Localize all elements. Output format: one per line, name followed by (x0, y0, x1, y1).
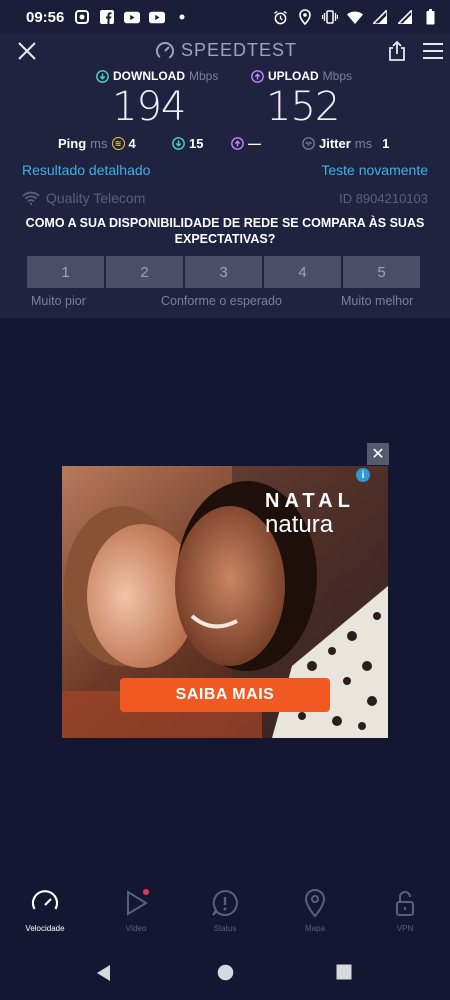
rating-button-1[interactable]: 1 (27, 256, 104, 288)
speed-results: DOWNLOAD Mbps 194 UPLOAD Mbps 152 (0, 68, 450, 130)
ad-close-button[interactable]: ✕ (367, 443, 389, 465)
ad-info-icon[interactable]: i (356, 468, 370, 482)
wifi-icon (347, 9, 363, 25)
nav-speed[interactable]: Velocidade (15, 888, 75, 933)
upload-value: 152 (266, 84, 340, 130)
latency-row: Ping ms ≋ 4 15 — Jitter ms 1 (0, 136, 450, 154)
back-icon[interactable] (95, 964, 113, 987)
status-bar: 09:56 (0, 0, 450, 34)
app-header: SPEEDTEST (0, 34, 450, 68)
jitter-icon (302, 137, 315, 150)
status-time: 09:56 (26, 8, 65, 26)
location-icon (297, 9, 313, 25)
close-icon[interactable] (16, 40, 38, 62)
ping-idle-icon: ≋ (111, 137, 125, 150)
share-icon[interactable] (386, 40, 408, 62)
upload-arrow-icon (251, 69, 264, 83)
scale-mid: Conforme o esperado (161, 294, 282, 308)
ping-idle: Ping ms ≋ 4 (58, 136, 136, 151)
download-value: 194 (112, 84, 186, 130)
signal-icon (397, 9, 413, 25)
result-id: ID 8904210103 (339, 191, 428, 206)
menu-icon[interactable] (422, 42, 444, 60)
survey-question: COMO A SUA DISPONIBILIDADE DE REDE SE CO… (25, 216, 425, 246)
speedometer-icon (156, 41, 174, 60)
alarm-icon (272, 9, 288, 25)
youtube-icon (149, 9, 166, 25)
bottom-nav: Velocidade Vídeo Status Mapa VPN (0, 888, 450, 944)
scale-low: Muito pior (31, 294, 86, 308)
vibrate-icon (322, 9, 338, 25)
scale-high: Muito melhor (341, 294, 414, 308)
isp-info: Quality Telecom (22, 190, 145, 206)
upload-arrow-icon (231, 137, 244, 150)
play-icon (127, 889, 149, 916)
record-icon (74, 9, 90, 25)
battery-icon (422, 9, 438, 25)
app-logo: SPEEDTEST (155, 40, 297, 61)
ad-banner[interactable]: i NATAL natura SAIBA MAIS (62, 466, 388, 738)
speedometer-icon (31, 890, 59, 910)
rating-buttons: 1 2 3 4 5 (27, 256, 420, 288)
nav-status[interactable]: Status (195, 888, 255, 933)
map-pin-icon (304, 888, 326, 918)
youtube-icon (124, 9, 141, 25)
upload-label: UPLOAD Mbps (251, 69, 352, 83)
rating-button-4[interactable]: 4 (264, 256, 341, 288)
nav-map[interactable]: Mapa (285, 888, 345, 933)
rating-button-3[interactable]: 3 (185, 256, 262, 288)
nav-vpn[interactable]: VPN (375, 888, 435, 933)
facebook-icon (99, 9, 115, 25)
signal-icon (372, 9, 388, 25)
rating-button-2[interactable]: 2 (106, 256, 183, 288)
download-label: DOWNLOAD Mbps (96, 69, 218, 83)
rating-button-5[interactable]: 5 (343, 256, 420, 288)
wifi-icon (22, 191, 40, 205)
lock-icon (396, 891, 414, 916)
result-panel: SPEEDTEST DOWNLOAD Mbps 194 UPLOAD Mbps … (0, 34, 450, 318)
ad-cta-button[interactable]: SAIBA MAIS (120, 678, 330, 712)
app-title: SPEEDTEST (181, 40, 298, 60)
test-again-link[interactable]: Teste novamente (321, 162, 428, 178)
isp-name: Quality Telecom (46, 190, 146, 206)
system-nav (0, 948, 450, 1000)
recents-icon[interactable] (336, 964, 352, 985)
ad-brand: NATAL natura (265, 490, 355, 538)
home-icon[interactable] (217, 964, 234, 986)
download-arrow-icon (172, 137, 185, 150)
jitter: Jitter ms 1 (302, 136, 389, 151)
ping-download: 15 (172, 136, 203, 151)
ping-upload: — (231, 136, 261, 151)
detailed-result-link[interactable]: Resultado detalhado (22, 162, 150, 178)
download-arrow-icon (96, 69, 109, 83)
nav-video[interactable]: Vídeo (106, 888, 166, 933)
alert-icon (212, 889, 238, 916)
dot-icon (174, 9, 190, 25)
result-links: Resultado detalhado Teste novamente (0, 162, 450, 182)
